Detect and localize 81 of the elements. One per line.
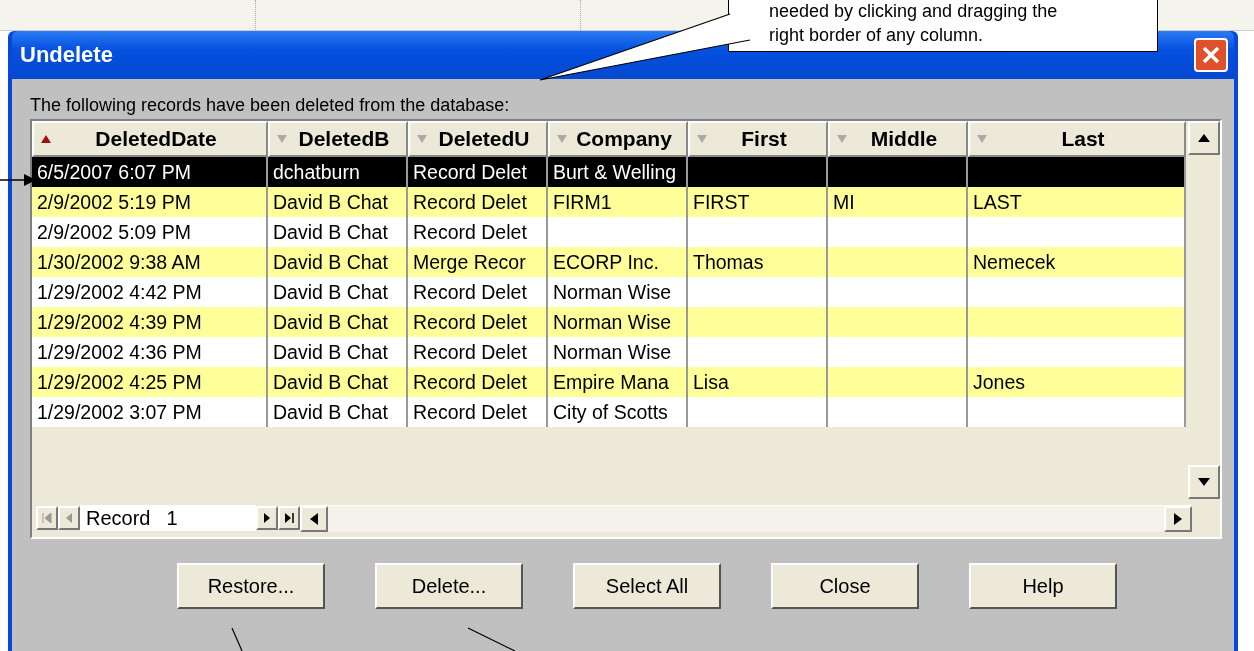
table-cell: Record Delet	[413, 340, 527, 364]
record-label: Record	[80, 505, 161, 531]
table-cell: David B Chat	[273, 190, 388, 214]
scroll-down-icon[interactable]	[1188, 465, 1220, 499]
table-cell: 1/29/2002 3:07 PM	[37, 400, 202, 424]
table-cell: Empire Mana	[553, 370, 669, 394]
close-icon[interactable]	[1194, 38, 1228, 72]
table-cell: Record Delet	[413, 190, 527, 214]
dialog-button[interactable]: Delete...	[375, 563, 523, 609]
column-header[interactable]: First	[688, 121, 828, 157]
table-row[interactable]: 1/29/2002 4:25 PM David B Chat Record Delet Empire Mana Lisa Jones	[32, 367, 1186, 397]
callout-text: right border of any column.	[769, 24, 985, 47]
first-record-icon[interactable]	[36, 506, 58, 530]
table-cell: David B Chat	[273, 400, 388, 424]
table-cell: 2/9/2002 5:09 PM	[37, 220, 191, 244]
table-cell: Nemecek	[973, 250, 1056, 274]
table-cell: David B Chat	[273, 340, 388, 364]
callout-text: needed by clicking and dragging the	[769, 0, 1059, 23]
table-cell: dchatburn	[273, 160, 360, 184]
table-cell: Norman Wise	[553, 280, 672, 304]
column-header[interactable]: DeletedB	[268, 121, 408, 157]
table-cell: 1/29/2002 4:36 PM	[37, 340, 202, 364]
window-title: Undelete	[20, 42, 113, 68]
table-cell: Record Delet	[413, 220, 527, 244]
table-row[interactable]: 2/9/2002 5:09 PM David B Chat Record Delet	[32, 217, 1186, 247]
table-cell: City of Scotts	[553, 400, 668, 424]
scroll-right-icon[interactable]	[1164, 505, 1192, 532]
dialog-button[interactable]: Restore...	[177, 563, 325, 609]
table-cell: FIRST	[693, 190, 750, 214]
dialog-button[interactable]: Close	[771, 563, 919, 609]
table-cell: David B Chat	[273, 370, 388, 394]
previous-record-icon[interactable]	[58, 506, 80, 530]
table-cell: 2/9/2002 5:19 PM	[37, 190, 191, 214]
table-row[interactable]: 1/29/2002 4:36 PM David B Chat Record Delet Norman Wise	[32, 337, 1186, 367]
column-header[interactable]: Last	[968, 121, 1186, 157]
table-cell: Norman Wise	[553, 310, 672, 334]
table-cell: Jones	[973, 370, 1026, 394]
table-cell: David B Chat	[273, 310, 388, 334]
table-cell: Record Delet	[413, 310, 527, 334]
table-cell: Record Delet	[413, 370, 527, 394]
table-cell: Merge Recor	[413, 250, 526, 274]
table-cell: Lisa	[693, 370, 729, 394]
table-cell: Record Delet	[413, 160, 527, 184]
table-cell: 1/29/2002 4:39 PM	[37, 310, 202, 334]
column-header[interactable]: Company	[548, 121, 688, 157]
table-row[interactable]: 2/9/2002 5:19 PM David B Chat Record Delet FIRM1 FIRST MI LAST	[32, 187, 1186, 217]
table-row[interactable]: 1/29/2002 4:39 PM David B Chat Record Delet Norman Wise	[32, 307, 1186, 337]
record-number-field[interactable]: 1	[160, 505, 257, 531]
table-cell: ECORP Inc.	[553, 250, 659, 274]
table-cell: Norman Wise	[553, 340, 672, 364]
leader-line	[231, 627, 243, 651]
horizontal-scrollbar[interactable]	[300, 504, 1192, 532]
table-cell: Thomas	[693, 250, 764, 274]
table-cell: 1/29/2002 4:42 PM	[37, 280, 202, 304]
table-row[interactable]: 1/29/2002 4:42 PM David B Chat Record Delet Norman Wise	[32, 277, 1186, 307]
next-record-icon[interactable]	[256, 506, 279, 530]
table-cell: 6/5/2007 6:07 PM	[37, 160, 191, 184]
table-cell: 1/30/2002 9:38 AM	[37, 250, 201, 274]
table-row[interactable]: 1/29/2002 3:07 PM David B Chat Record Delet City of Scotts	[32, 397, 1186, 427]
dialog-button[interactable]: Select All	[573, 563, 721, 609]
table-cell: MI	[833, 190, 855, 214]
leader-line	[467, 627, 516, 651]
table-cell: David B Chat	[273, 250, 388, 274]
table-cell: Record Delet	[413, 280, 527, 304]
table-row[interactable]: 6/5/2007 6:07 PM dchatburn Record Delet Burt & Welling	[32, 157, 1186, 187]
table-cell: Record Delet	[413, 400, 527, 424]
column-header[interactable]: DeletedDate	[32, 121, 268, 157]
last-record-icon[interactable]	[278, 506, 301, 530]
table-cell: Burt & Welling	[553, 160, 677, 184]
column-header[interactable]: Middle	[828, 121, 968, 157]
dialog-button[interactable]: Help	[969, 563, 1117, 609]
table-cell: FIRM1	[553, 190, 612, 214]
table-row[interactable]: 1/30/2002 9:38 AM David B Chat Merge Recor ECORP Inc. Thomas Nemecek	[32, 247, 1186, 277]
intro-text: The following records have been deleted from the database:	[30, 95, 511, 117]
scroll-left-icon[interactable]	[300, 505, 329, 532]
table-cell: David B Chat	[273, 220, 388, 244]
column-header[interactable]: DeletedU	[408, 121, 548, 157]
scroll-up-icon[interactable]	[1188, 121, 1220, 155]
table-cell: David B Chat	[273, 280, 388, 304]
table-cell: 1/29/2002 4:25 PM	[37, 370, 202, 394]
table-cell: LAST	[973, 190, 1022, 214]
